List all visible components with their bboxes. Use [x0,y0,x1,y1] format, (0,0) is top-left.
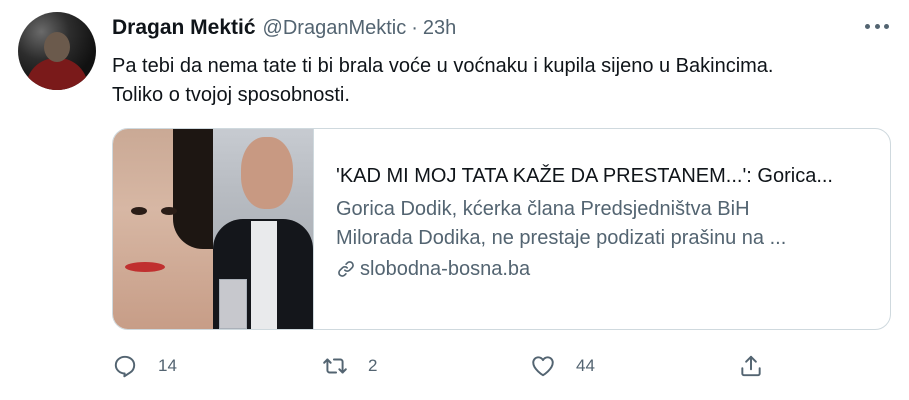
share-button[interactable] [738,348,764,384]
card-title: 'KAD MI MOJ TATA KAŽE DA PRESTANEM...': … [336,165,833,187]
tweet-actions: 14 2 44 [112,348,772,384]
retweet-count: 2 [368,356,378,375]
photo-eye [161,207,177,215]
share-icon [741,355,761,377]
photo-hair [173,129,213,249]
reply-button[interactable]: 14 [112,348,177,384]
thumbnail-left-photo [113,129,213,329]
avatar[interactable] [18,12,96,90]
card-domain: slobodna-bosna.ba [336,255,870,283]
card-description-line: Gorica Dodik, kćerka člana Predsjedništv… [336,198,750,220]
more-dot [874,23,880,29]
card-body[interactable]: 'KAD MI MOJ TATA KAŽE DA PRESTANEM...': … [314,129,890,329]
header-separator: · [411,17,418,39]
photo-lips [125,262,165,272]
photo-glass [219,279,247,329]
card-domain-text: slobodna-bosna.ba [360,258,531,280]
reply-count: 14 [158,356,177,375]
photo-face [241,137,293,209]
tweet-header: Dragan Mektić @DraganMektic · 23h [112,16,456,46]
card-description-line: Milorada Dodika, ne prestaje podizati pr… [336,227,787,249]
like-count: 44 [576,356,595,375]
photo-eye [131,207,147,215]
tweet-text: Pa tebi da nema tate ti bi brala voće u … [112,52,882,110]
retweet-icon [323,358,347,374]
card-thumbnail[interactable] [113,129,314,329]
more-dot [884,23,889,29]
tweet-timestamp[interactable]: 23h [423,17,456,40]
more-dot [865,23,870,29]
reply-icon [114,355,136,378]
avatar-shoulder [26,58,88,90]
tweet-text-line: Toliko o tvojoj sposobnosti. [112,84,350,106]
like-button[interactable]: 44 [530,348,595,384]
more-options-icon[interactable] [865,22,889,30]
author-handle[interactable]: @DraganMektic [263,17,407,40]
tweet-text-line: Pa tebi da nema tate ti bi brala voće u … [112,55,774,77]
link-icon [338,261,354,277]
tweet[interactable]: Dragan Mektić @DraganMektic · 23h Pa teb… [0,0,909,400]
retweet-button[interactable]: 2 [322,348,377,384]
thumbnail-right-photo [213,129,313,329]
card-description: Gorica Dodik, kćerka člana Predsjedništv… [336,195,870,253]
author-display-name[interactable]: Dragan Mektić [112,16,256,40]
heart-icon [532,356,554,377]
avatar-head [44,32,70,62]
link-preview-card[interactable]: 'KAD MI MOJ TATA KAŽE DA PRESTANEM...': … [112,128,891,330]
photo-shirt [251,221,277,329]
